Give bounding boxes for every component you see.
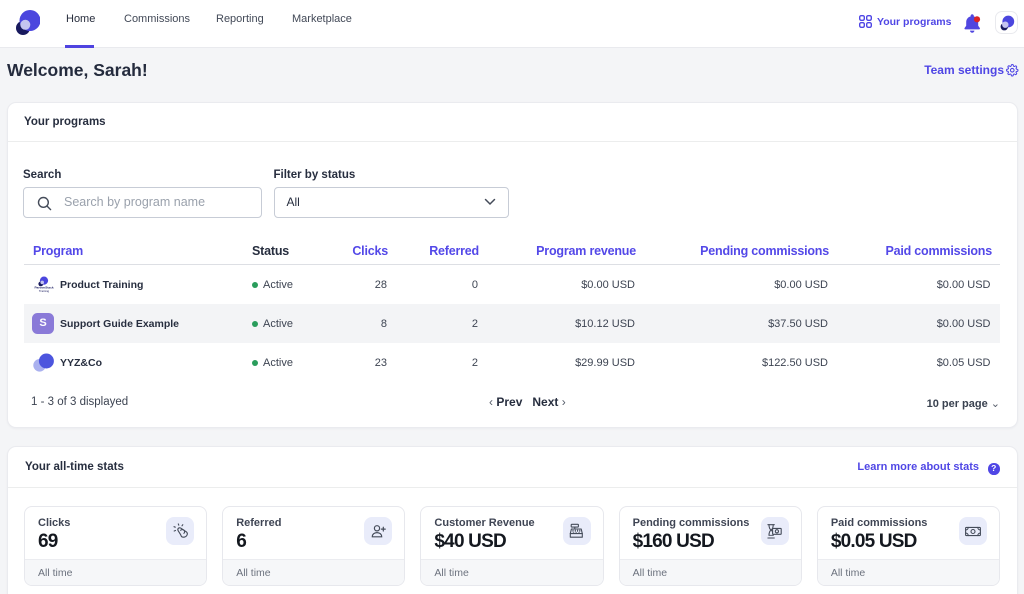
svg-text:Training: Training <box>39 289 50 293</box>
